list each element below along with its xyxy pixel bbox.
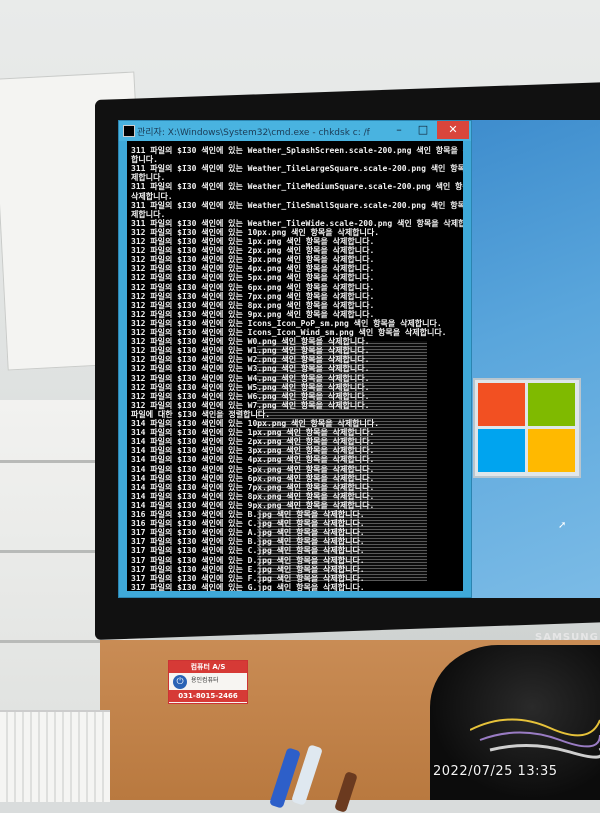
- repair-shop-sticker: 컴퓨터 A/S ⏻ 용인컴퓨터 031-8015-2466: [168, 660, 248, 704]
- monitor-screen: 관리자: X:\Windows\System32\cmd.exe - chkds…: [118, 120, 600, 598]
- windows-logo-icon: [473, 378, 581, 478]
- console-line: 311 파일의 $I30 색인에 있는 Weather_TileSmallSqu…: [131, 200, 463, 210]
- logo-tile-red: [478, 383, 525, 426]
- white-basket: [0, 710, 110, 802]
- monitor-brand-logo: SAMSUNG: [535, 632, 599, 643]
- maximize-button[interactable]: □: [411, 121, 435, 139]
- cmd-window-title: 관리자: X:\Windows\System32\cmd.exe - chkds…: [137, 128, 370, 138]
- photo-timestamp: 2022/07/25 13:35: [433, 764, 558, 779]
- close-button[interactable]: ✕: [437, 121, 469, 139]
- sticker-header: 컴퓨터 A/S: [169, 661, 247, 673]
- console-output[interactable]: 311 파일의 $I30 색인에 있는 Weather_SplashScreen…: [127, 141, 463, 591]
- minimize-button[interactable]: –: [387, 121, 411, 139]
- cmd-window[interactable]: 관리자: X:\Windows\System32\cmd.exe - chkds…: [118, 120, 472, 598]
- cmd-titlebar[interactable]: 관리자: X:\Windows\System32\cmd.exe - chkds…: [119, 121, 471, 141]
- logo-tile-blue: [478, 429, 525, 472]
- mouse-cursor-icon: ➚: [558, 520, 567, 531]
- logo-tile-green: [528, 383, 575, 426]
- power-icon: ⏻: [173, 675, 187, 689]
- cables: [469, 700, 600, 760]
- console-line: 311 파일의 $I30 색인에 있는 Weather_TileMediumSq…: [131, 182, 463, 192]
- sticker-phone: 031-8015-2466: [169, 690, 247, 702]
- console-line: 311 파일의 $I30 색인에 있는 Weather_TileLargeSqu…: [131, 164, 463, 174]
- sticker-shop-name: 용인컴퓨터: [191, 677, 219, 684]
- console-line: 311 파일의 $I30 색인에 있는 Weather_SplashScreen…: [131, 146, 463, 155]
- logo-tile-yellow: [528, 429, 575, 472]
- cmd-icon: [123, 125, 135, 137]
- console-line: 317 파일의 $I30 색인에 있는 G.jpg 색인 항목을 삭제합니다.: [131, 582, 365, 591]
